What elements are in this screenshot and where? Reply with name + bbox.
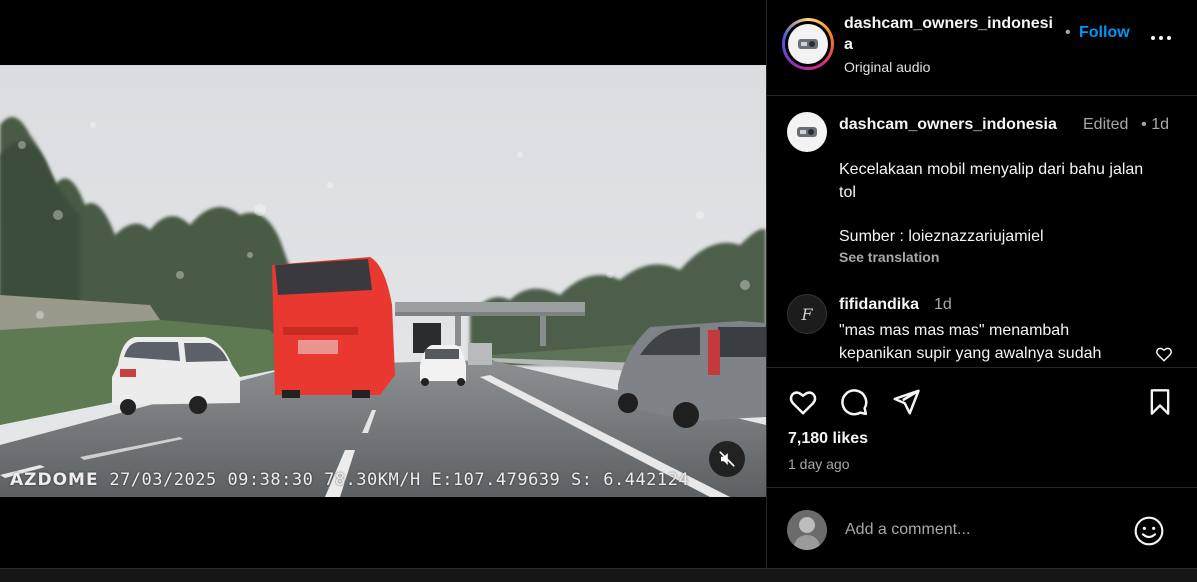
commenter-avatar[interactable]: F	[787, 294, 827, 334]
video-player[interactable]: AZDOME 27/03/2025 09:38:30 78.30KM/H E:1…	[0, 0, 766, 568]
dashcam-south-coordinate: S: 6.442124	[571, 470, 690, 490]
commenter-username[interactable]: fifidandika	[839, 296, 919, 314]
likes-count[interactable]: 7,180 likes	[788, 430, 868, 448]
see-translation-link[interactable]: See translation	[839, 249, 939, 265]
white-car-center	[420, 345, 466, 386]
post-actions: 7,180 likes 1 day ago	[767, 367, 1197, 487]
dashcam-east-coordinate: E:107.479639	[431, 470, 561, 490]
post-sidebar: dashcam_owners_indonesia • Follow Origin…	[766, 0, 1197, 568]
dashcam-speed: 78.30KM/H	[324, 470, 421, 490]
like-button[interactable]	[786, 385, 820, 419]
bookmark-icon	[1150, 389, 1170, 415]
heart-icon	[1156, 347, 1172, 362]
dashcam-logo-icon	[797, 127, 817, 137]
caption-block: dashcam_owners_indonesia Edited • 1d Kec…	[767, 97, 1197, 367]
caption-time: 1d	[1151, 116, 1169, 133]
comment-text: "mas mas mas mas" menambah kepanikan sup…	[839, 322, 1102, 362]
caption-text: Kecelakaan mobil menyalip dari bahu jala…	[839, 161, 1144, 201]
dashcam-time: 09:38:30	[227, 470, 314, 490]
caption-avatar[interactable]	[787, 112, 827, 152]
comment-like-button[interactable]	[1155, 345, 1173, 368]
post-date: 1 day ago	[788, 456, 850, 472]
comment-timestamp: 1d	[934, 296, 952, 313]
send-icon	[893, 389, 920, 415]
add-comment-bar	[767, 487, 1197, 568]
caption-username[interactable]: dashcam_owners_indonesia	[839, 114, 1079, 135]
author-username[interactable]: dashcam_owners_indonesia	[844, 13, 1059, 55]
add-comment-input[interactable]	[845, 516, 1125, 544]
follow-button[interactable]: Follow	[1079, 24, 1130, 42]
current-user-avatar	[787, 510, 827, 550]
more-options-button[interactable]	[1147, 28, 1175, 48]
bottom-bar	[0, 568, 1197, 582]
emoji-icon	[1134, 516, 1164, 546]
speaker-muted-icon	[719, 451, 735, 467]
edited-label: Edited	[1083, 116, 1129, 133]
heart-icon	[789, 391, 817, 415]
share-button[interactable]	[889, 385, 923, 419]
emoji-button[interactable]	[1133, 515, 1165, 547]
more-horizontal-icon	[1151, 36, 1155, 40]
red-bus	[272, 257, 395, 398]
white-car-left	[112, 337, 240, 415]
author-avatar[interactable]	[782, 18, 834, 70]
dashcam-video-still	[0, 65, 766, 497]
caption-timestamp: • 1d	[1139, 114, 1169, 135]
mute-button[interactable]	[709, 441, 745, 477]
post-header: dashcam_owners_indonesia • Follow Origin…	[767, 0, 1197, 96]
save-button[interactable]	[1143, 385, 1177, 419]
comment-icon	[841, 389, 868, 416]
dashcam-brand: AZDOME	[10, 470, 99, 490]
original-audio-link[interactable]: Original audio	[844, 59, 930, 75]
dashcam-overlay: AZDOME 27/03/2025 09:38:30 78.30KM/H E:1…	[10, 470, 689, 490]
comment-button[interactable]	[837, 385, 871, 419]
dashcam-logo-icon	[798, 39, 818, 49]
header-separator: •	[1065, 24, 1071, 41]
dashcam-date: 27/03/2025	[109, 470, 217, 490]
caption-source: Sumber : loieznazzariujamiel	[839, 228, 1044, 245]
caption-separator: •	[1141, 116, 1147, 133]
video-frame[interactable]: AZDOME 27/03/2025 09:38:30 78.30KM/H E:1…	[0, 65, 766, 497]
